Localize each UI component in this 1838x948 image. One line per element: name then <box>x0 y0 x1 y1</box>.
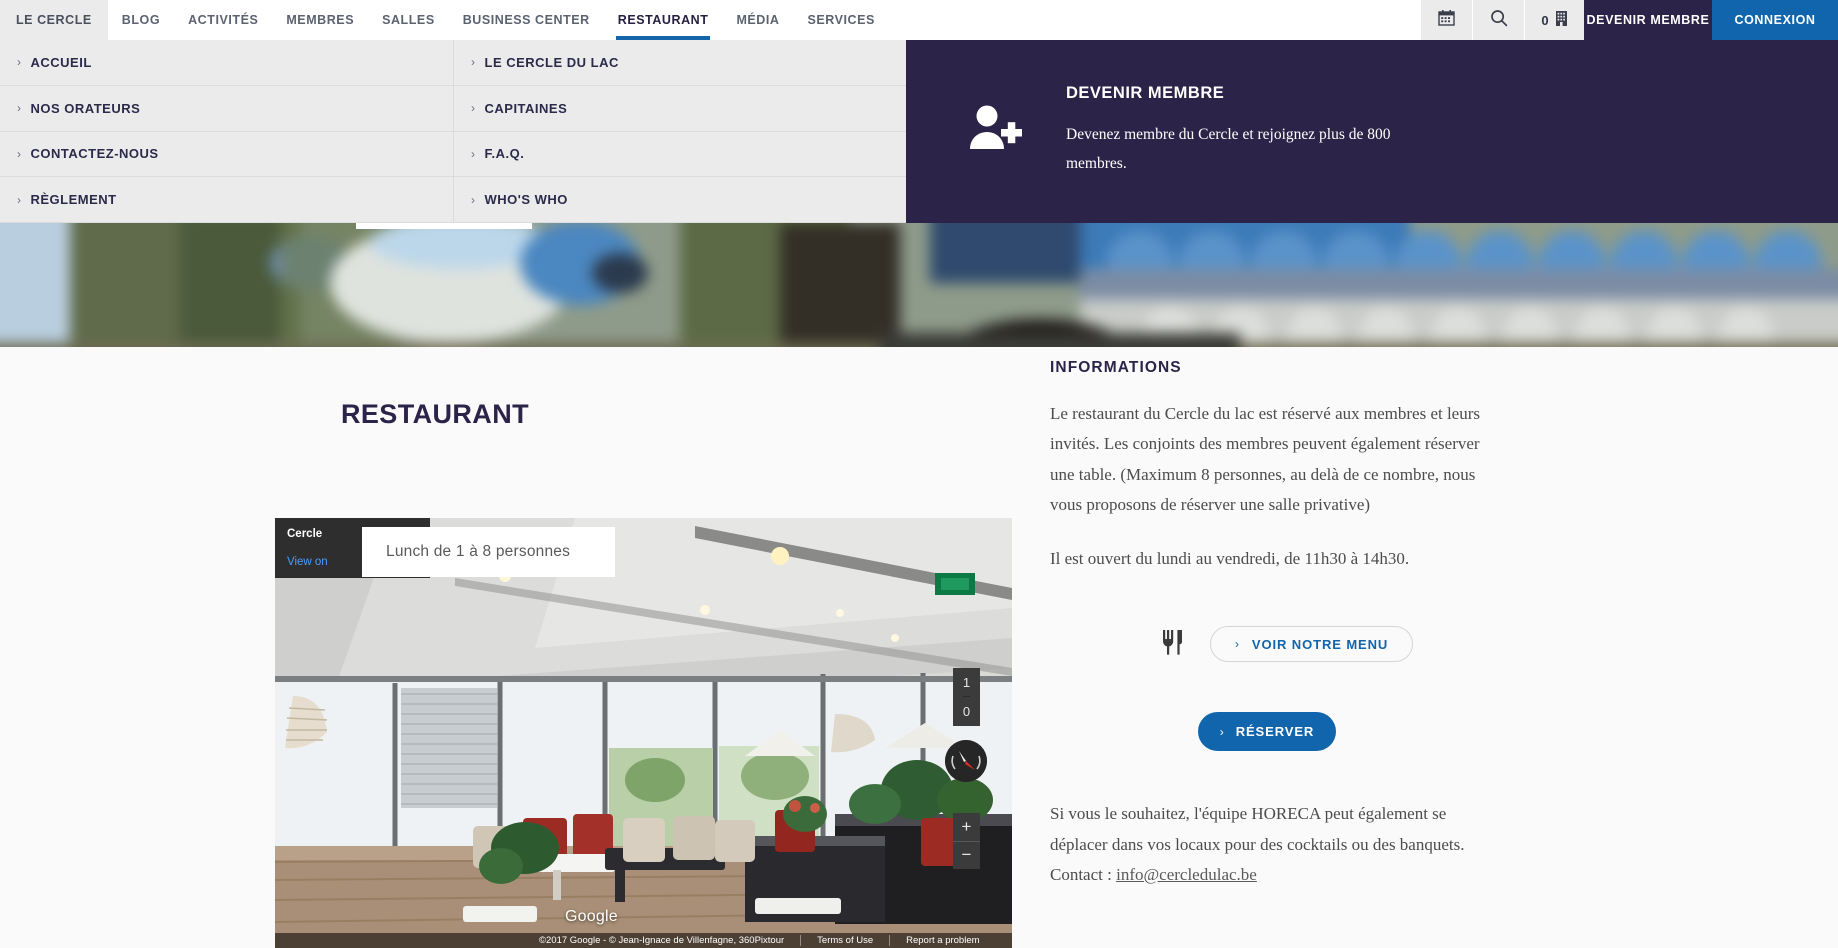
compass-icon[interactable] <box>945 740 987 782</box>
informations-panel: INFORMATIONS Le restaurant du Cercle du … <box>1050 347 1520 890</box>
email-link[interactable]: info@cercledulac.be <box>1116 865 1257 884</box>
menu-row: › VOIR NOTRE MENU <box>1050 626 1520 663</box>
dropdown-promo-text: DEVENIR MEMBRE Devenez membre du Cercle … <box>1066 84 1436 178</box>
hero-banner-image <box>0 223 1838 347</box>
top-navigation-bar: LE CERCLE BLOG ACTIVITÉS MEMBRES SALLES BUSIN… <box>0 0 1838 40</box>
fork-knife-icon <box>1162 629 1184 660</box>
become-member-button[interactable]: DEVENIR MEMBRE <box>1584 0 1712 40</box>
terms-of-use-link[interactable]: Terms of Use <box>800 935 873 946</box>
report-problem-link[interactable]: Report a problem <box>889 935 980 946</box>
fov-value-bottom: 0 <box>962 704 971 719</box>
cart-button[interactable]: 0 <box>1524 0 1584 40</box>
nav-item-blog[interactable]: BLOG <box>108 0 174 40</box>
streetview-fov-indicator: 1 0 <box>953 668 980 726</box>
dropdown-item-contactez-nous[interactable]: › CONTACTEZ-NOUS <box>0 132 453 178</box>
streetview-place-name: Cercle <box>287 528 323 540</box>
zoom-out-button[interactable]: − <box>953 842 980 870</box>
left-column: RESTAURANT <box>275 347 1015 430</box>
calendar-icon <box>1438 9 1455 31</box>
dropdown-item-r-glement[interactable]: › RÈGLEMENT <box>0 177 453 223</box>
dropdown-item-label: WHO'S WHO <box>484 192 568 208</box>
fov-value-top: 1 <box>962 668 971 697</box>
dropdown-item-le-cercle-du-lac[interactable]: › LE CERCLE DU LAC <box>453 40 906 86</box>
dropdown-item-label: CAPITAINES <box>484 100 568 116</box>
dropdown-item-accueil[interactable]: › ACCUEIL <box>0 40 453 86</box>
login-button[interactable]: CONNEXION <box>1712 0 1838 40</box>
page-title: RESTAURANT <box>341 399 529 429</box>
informations-paragraph-2: Il est ouvert du lundi au vendredi, de 1… <box>1050 549 1410 568</box>
search-button[interactable] <box>1472 0 1524 40</box>
chevron-right-icon: › <box>17 101 22 116</box>
main-nav-items: LE CERCLE BLOG ACTIVITÉS MEMBRES SALLES BUSIN… <box>0 0 889 40</box>
nav-item-m-dia[interactable]: MÉDIA <box>722 0 793 40</box>
view-menu-button[interactable]: › VOIR NOTRE MENU <box>1210 626 1414 663</box>
chevron-right-icon: › <box>17 192 22 207</box>
reserve-label: RÉSERVER <box>1235 724 1315 740</box>
dropdown-item-who-s-who[interactable]: › WHO'S WHO <box>453 177 906 223</box>
nav-item-membres[interactable]: MEMBRES <box>272 0 368 40</box>
chevron-right-icon: › <box>471 101 476 116</box>
zoom-in-button[interactable]: + <box>953 813 980 842</box>
chevron-right-icon: › <box>471 146 476 161</box>
dropdown-item-nos-orateurs[interactable]: › NOS ORATEURS <box>0 86 453 132</box>
dropdown-item-capitaines[interactable]: › CAPITAINES <box>453 85 906 132</box>
search-icon <box>1490 9 1508 32</box>
chevron-right-icon: › <box>471 55 476 70</box>
chevron-right-icon: › <box>471 192 476 207</box>
nav-item-restaurant[interactable]: RESTAURANT <box>604 0 723 40</box>
streetview-image <box>275 518 1012 948</box>
cart-icon <box>1555 10 1568 30</box>
dropdown-column-right: › LE CERCLE DU LAC › CAPITAINES › F.A.Q. › WHO'… <box>453 40 906 223</box>
add-user-icon <box>968 103 1024 160</box>
dropdown-item-label: CONTACTEZ-NOUS <box>30 146 159 162</box>
chevron-right-icon: › <box>1219 724 1225 739</box>
dropdown-column-left: › ACCUEIL › NOS ORATEURS › CONTACTEZ-NOUS › RÈG… <box>0 40 453 223</box>
chevron-right-icon: › <box>1235 637 1240 652</box>
hero-artwork <box>0 223 1838 347</box>
nav-item-activit-s[interactable]: ACTIVITÉS <box>174 0 272 40</box>
copyright-text: ©2017 Google - © Jean-Ignace de Villenfa… <box>539 935 785 946</box>
restaurant-mega-dropdown: › ACCUEIL › NOS ORATEURS › CONTACTEZ-NOUS › RÈG… <box>0 40 1838 223</box>
chevron-right-icon: › <box>17 146 22 161</box>
nav-item-business-center[interactable]: BUSINESS CENTER <box>449 0 604 40</box>
dropdown-promo-body: Devenez membre du Cercle et rejoignez pl… <box>1066 126 1391 172</box>
nav-item-salles[interactable]: SALLES <box>368 0 449 40</box>
dropdown-item-label: NOS ORATEURS <box>30 100 141 116</box>
streetview-attribution-bar: ©2017 Google - © Jean-Ignace de Villenfa… <box>275 933 1012 948</box>
streetview-panorama[interactable]: Cercle View on Lunch de 1 à 8 personnes … <box>275 518 1012 948</box>
nav-item-le-cercle[interactable]: LE CERCLE <box>0 0 108 40</box>
informations-paragraph-1: Le restaurant du Cercle du lac est réser… <box>1050 404 1481 514</box>
dropdown-item-label: RÈGLEMENT <box>30 192 117 208</box>
cart-count: 0 <box>1541 12 1549 28</box>
dropdown-link-columns: › ACCUEIL › NOS ORATEURS › CONTACTEZ-NOUS › RÈG… <box>0 40 906 223</box>
dropdown-item-label: ACCUEIL <box>30 54 92 70</box>
dropdown-item-label: LE CERCLE DU LAC <box>484 54 619 70</box>
google-logo: Google <box>565 908 618 925</box>
horeca-paragraph: Si vous le souhaitez, l'équipe HORECA pe… <box>1050 799 1498 890</box>
lunch-tooltip: Lunch de 1 à 8 personnes <box>362 527 615 577</box>
chevron-right-icon: › <box>17 55 22 70</box>
view-menu-label: VOIR NOTRE MENU <box>1251 636 1389 652</box>
horeca-text: Si vous le souhaitez, l'équipe HORECA pe… <box>1050 804 1465 884</box>
reserve-button[interactable]: › RÉSERVER <box>1198 712 1336 752</box>
main-content: RESTAURANT Cercle View on Lunch de 1 à 8… <box>0 347 1838 948</box>
dropdown-item-f-a-q[interactable]: › F.A.Q. <box>453 131 906 178</box>
dropdown-item-label: F.A.Q. <box>484 146 525 162</box>
informations-heading: INFORMATIONS <box>1050 359 1182 376</box>
streetview-zoom-controls[interactable]: + − <box>953 813 980 869</box>
calendar-button[interactable] <box>1420 0 1472 40</box>
dropdown-promo-panel[interactable]: DEVENIR MEMBRE Devenez membre du Cercle … <box>906 40 1838 223</box>
dropdown-promo-title: DEVENIR MEMBRE <box>1066 84 1225 103</box>
nav-item-services[interactable]: SERVICES <box>793 0 888 40</box>
